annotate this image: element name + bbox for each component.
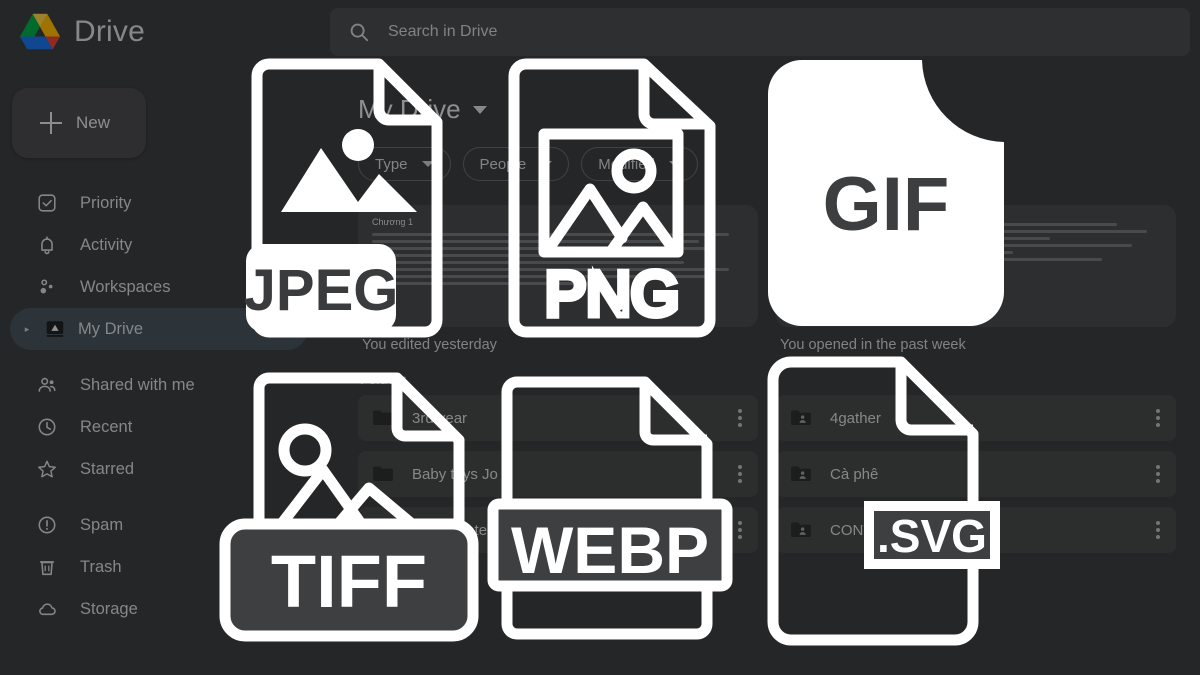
- kebab-menu-icon[interactable]: [1156, 465, 1160, 483]
- sidebar-item-label: Storage: [80, 599, 138, 618]
- folder-name: CONTENTMEDIA: [830, 521, 950, 539]
- kebab-menu-icon[interactable]: [1156, 521, 1160, 539]
- filter-chip-modified[interactable]: Modified: [581, 147, 698, 181]
- kebab-menu-icon[interactable]: [1156, 409, 1160, 427]
- sidebar-nav: Priority Activity Workspaces ▸ My Drive …: [0, 182, 320, 630]
- shared-folder-icon: [791, 522, 811, 538]
- folder-row[interactable]: Colab Notebooks: [358, 507, 758, 553]
- sidebar-item-workspaces[interactable]: Workspaces: [0, 266, 308, 308]
- folder-icon: [373, 522, 393, 538]
- doc-preview-body: [372, 233, 744, 285]
- google-drive-logo: [20, 13, 60, 50]
- folder-name: Cà phê: [830, 465, 879, 483]
- filter-chip-label: Type: [375, 155, 408, 173]
- folder-name: 3rd year: [412, 409, 468, 427]
- sidebar-item-label: Priority: [80, 193, 132, 212]
- plus-icon: [40, 112, 62, 134]
- cloud-icon: [39, 603, 56, 616]
- workspaces-icon: [40, 279, 53, 294]
- sidebar-item-label: Shared with me: [80, 375, 195, 394]
- suggested-file-card[interactable]: [776, 205, 1176, 327]
- folder-name: Baby toys Jo: [412, 465, 498, 483]
- folder-icon: [373, 466, 393, 482]
- chevron-down-icon: [668, 161, 681, 167]
- trash-icon: [39, 561, 55, 576]
- kebab-menu-icon[interactable]: [738, 465, 742, 483]
- page-title: My Drive: [358, 94, 461, 124]
- folder-name: 4gather: [830, 409, 881, 427]
- google-drive-app: Drive Search in Drive New Priority Activ…: [0, 0, 1200, 675]
- doc-preview-heading: Chương 1: [372, 217, 413, 227]
- folder-row[interactable]: Baby toys Jo: [358, 451, 758, 497]
- folders-section-title: Folders: [360, 371, 407, 387]
- suggested-captions: You edited yesterday You opened in the p…: [330, 327, 1200, 353]
- filter-chip-label: Modified: [598, 155, 655, 173]
- folder-row[interactable]: 3rd year: [358, 395, 758, 441]
- kebab-menu-icon[interactable]: [738, 409, 742, 427]
- main-content: My Drive Type People Modified Chương 1 Y…: [330, 68, 1200, 675]
- folder-icon: [373, 410, 393, 426]
- sidebar-item-label: Recent: [80, 417, 133, 436]
- suggested-file-caption: You opened in the past week: [780, 337, 966, 353]
- sidebar-item-priority[interactable]: Priority: [0, 182, 308, 224]
- sidebar-item-my-drive[interactable]: ▸ My Drive: [10, 308, 308, 350]
- sidebar-item-label: Activity: [80, 235, 133, 254]
- shared-folder-icon: [791, 466, 811, 482]
- sidebar-item-shared-with-me[interactable]: Shared with me: [0, 364, 308, 406]
- filter-chip-label: People: [479, 155, 527, 173]
- sidebar-item-storage[interactable]: Storage: [0, 588, 308, 630]
- search-input[interactable]: Search in Drive: [388, 23, 497, 41]
- sidebar-item-trash[interactable]: Trash: [0, 546, 308, 588]
- kebab-menu-icon[interactable]: [738, 521, 742, 539]
- doc-preview-body: [790, 223, 1162, 261]
- my-drive-icon: [46, 321, 64, 337]
- folder-row[interactable]: 4gather: [776, 395, 1176, 441]
- app-name: Drive: [74, 15, 146, 48]
- new-button[interactable]: New: [12, 88, 146, 158]
- priority-check-icon: [38, 194, 56, 212]
- clock-icon: [38, 418, 56, 436]
- chevron-down-icon: [540, 161, 553, 167]
- sidebar-item-starred[interactable]: Starred: [0, 448, 308, 490]
- page-title-row[interactable]: My Drive: [330, 68, 1200, 125]
- sidebar-item-label: Starred: [80, 459, 135, 478]
- search-icon: [350, 23, 369, 42]
- people-icon: [38, 377, 56, 392]
- sidebar-item-label: Trash: [80, 557, 122, 576]
- suggested-file-card[interactable]: Chương 1: [358, 205, 758, 327]
- suggested-file-caption: You edited yesterday: [362, 337, 497, 353]
- drive-brand[interactable]: Drive: [18, 12, 145, 52]
- star-icon: [38, 460, 56, 478]
- search-bar[interactable]: Search in Drive: [330, 8, 1190, 56]
- sidebar-item-label: Spam: [80, 515, 124, 534]
- sidebar-item-label: Workspaces: [80, 277, 171, 296]
- sidebar-item-label: My Drive: [78, 319, 144, 338]
- exclamation-icon: [38, 516, 56, 534]
- folder-grid: 3rd year 4gather Baby toys Jo Cà phê Col…: [330, 395, 1200, 553]
- sidebar-item-activity[interactable]: Activity: [0, 224, 308, 266]
- folder-row[interactable]: Cà phê: [776, 451, 1176, 497]
- filter-chip-type[interactable]: Type: [358, 147, 451, 181]
- suggested-files-row: Chương 1: [330, 181, 1200, 327]
- chevron-down-icon[interactable]: [472, 105, 487, 114]
- chevron-down-icon: [421, 161, 434, 167]
- folder-row[interactable]: CONTENTMEDIA: [776, 507, 1176, 553]
- expand-arrow-icon[interactable]: ▸: [22, 324, 32, 335]
- filter-chip-bar: Type People Modified: [330, 125, 1200, 181]
- folder-name: Colab Notebooks: [412, 521, 528, 539]
- shared-folder-icon: [791, 410, 811, 426]
- sidebar-item-recent[interactable]: Recent: [0, 406, 308, 448]
- bell-icon: [41, 236, 53, 255]
- new-button-label: New: [76, 113, 111, 132]
- filter-chip-people[interactable]: People: [462, 147, 570, 181]
- sidebar-item-spam[interactable]: Spam: [0, 504, 308, 546]
